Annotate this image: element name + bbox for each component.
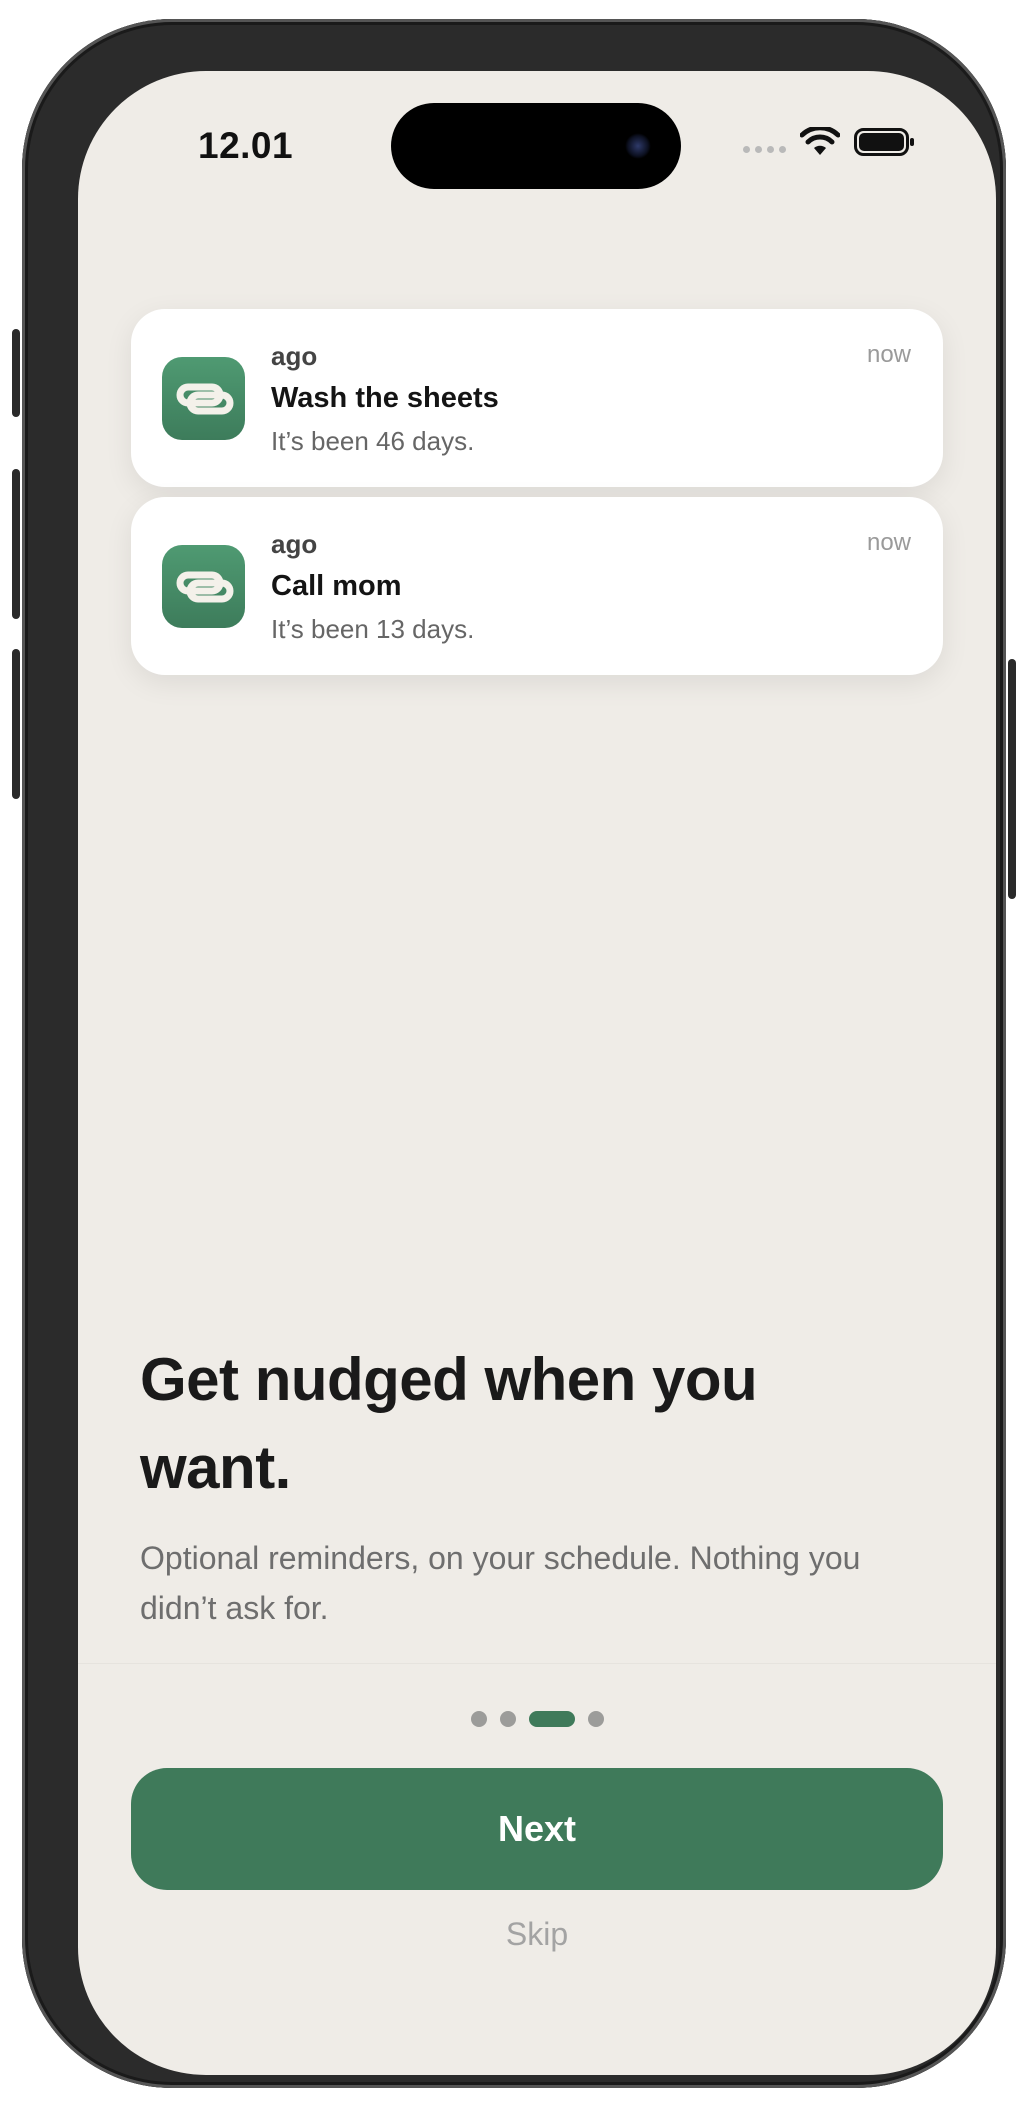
chain-link-icon	[162, 545, 245, 628]
page-dot[interactable]	[470, 1711, 487, 1727]
status-time: 12.01	[198, 125, 294, 166]
notification-body: It’s been 46 days.	[271, 426, 475, 456]
volume-down-button	[12, 649, 20, 799]
notification-time: now	[866, 341, 911, 368]
next-button[interactable]: Next	[131, 1768, 943, 1890]
skip-link[interactable]: Skip	[78, 1916, 996, 1953]
cellular-signal-icon	[743, 127, 786, 157]
onboarding-headline: Get nudged when you want.	[140, 1346, 758, 1501]
notification-card[interactable]: ago now Call mom It’s been 13 days.	[131, 497, 943, 675]
notification-title: Wash the sheets	[271, 382, 499, 414]
camera-icon	[625, 133, 651, 159]
page-dot[interactable]	[499, 1711, 516, 1727]
page-indicator	[78, 1711, 996, 1727]
notification-time: now	[866, 529, 911, 556]
page-dot[interactable]	[587, 1711, 604, 1727]
phone-frame: 12.01 ago now Wash the sheets It’s been …	[12, 19, 1016, 2088]
dynamic-island	[391, 103, 681, 189]
divider	[78, 1663, 996, 1664]
wifi-icon	[800, 127, 840, 155]
notification-app-name: ago	[271, 529, 318, 559]
power-button	[1008, 659, 1016, 899]
volume-up-button	[12, 469, 20, 619]
page-dot-active[interactable]	[528, 1711, 575, 1727]
notification-body: It’s been 13 days.	[271, 614, 475, 644]
chain-link-icon	[162, 357, 245, 440]
notification-app-name: ago	[271, 341, 318, 371]
notification-title: Call mom	[271, 570, 402, 602]
onboarding-subtext: Optional reminders, on your schedule. No…	[140, 1540, 861, 1626]
notification-card[interactable]: ago now Wash the sheets It’s been 46 day…	[131, 309, 943, 487]
battery-icon	[854, 128, 914, 156]
status-icons	[743, 127, 916, 157]
action-button	[12, 329, 20, 417]
screen: 12.01 ago now Wash the sheets It’s been …	[78, 71, 996, 2075]
